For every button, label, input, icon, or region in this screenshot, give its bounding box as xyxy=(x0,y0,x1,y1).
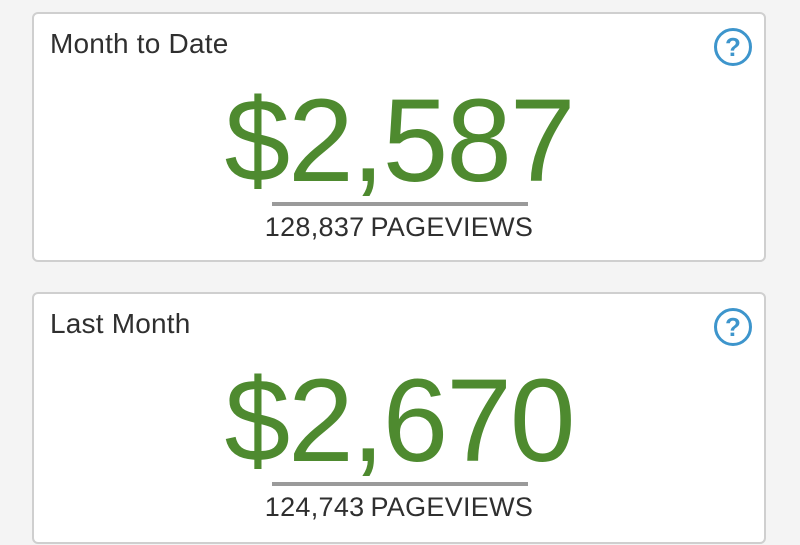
card-title: Last Month xyxy=(50,308,191,339)
pageviews-summary: 124,743 PAGEVIEWS xyxy=(34,492,764,523)
pageviews-label: PAGEVIEWS xyxy=(370,212,534,242)
card-title: Month to Date xyxy=(50,28,229,59)
amount-underline xyxy=(272,482,528,486)
help-icon[interactable]: ? xyxy=(714,308,752,346)
pageviews-summary: 128,837 PAGEVIEWS xyxy=(34,212,764,243)
last-month-card: Last Month ? $2,670 124,743 PAGEVIEWS xyxy=(32,292,766,544)
earnings-amount: $2,587 xyxy=(224,75,576,207)
pageviews-count: 128,837 xyxy=(264,212,365,242)
earnings-amount: $2,670 xyxy=(224,355,576,487)
amount-underline xyxy=(272,202,528,206)
pageviews-count: 124,743 xyxy=(264,492,365,522)
help-icon[interactable]: ? xyxy=(714,28,752,66)
pageviews-label: PAGEVIEWS xyxy=(370,492,534,522)
month-to-date-card: Month to Date ? $2,587 128,837 PAGEVIEWS xyxy=(32,12,766,262)
